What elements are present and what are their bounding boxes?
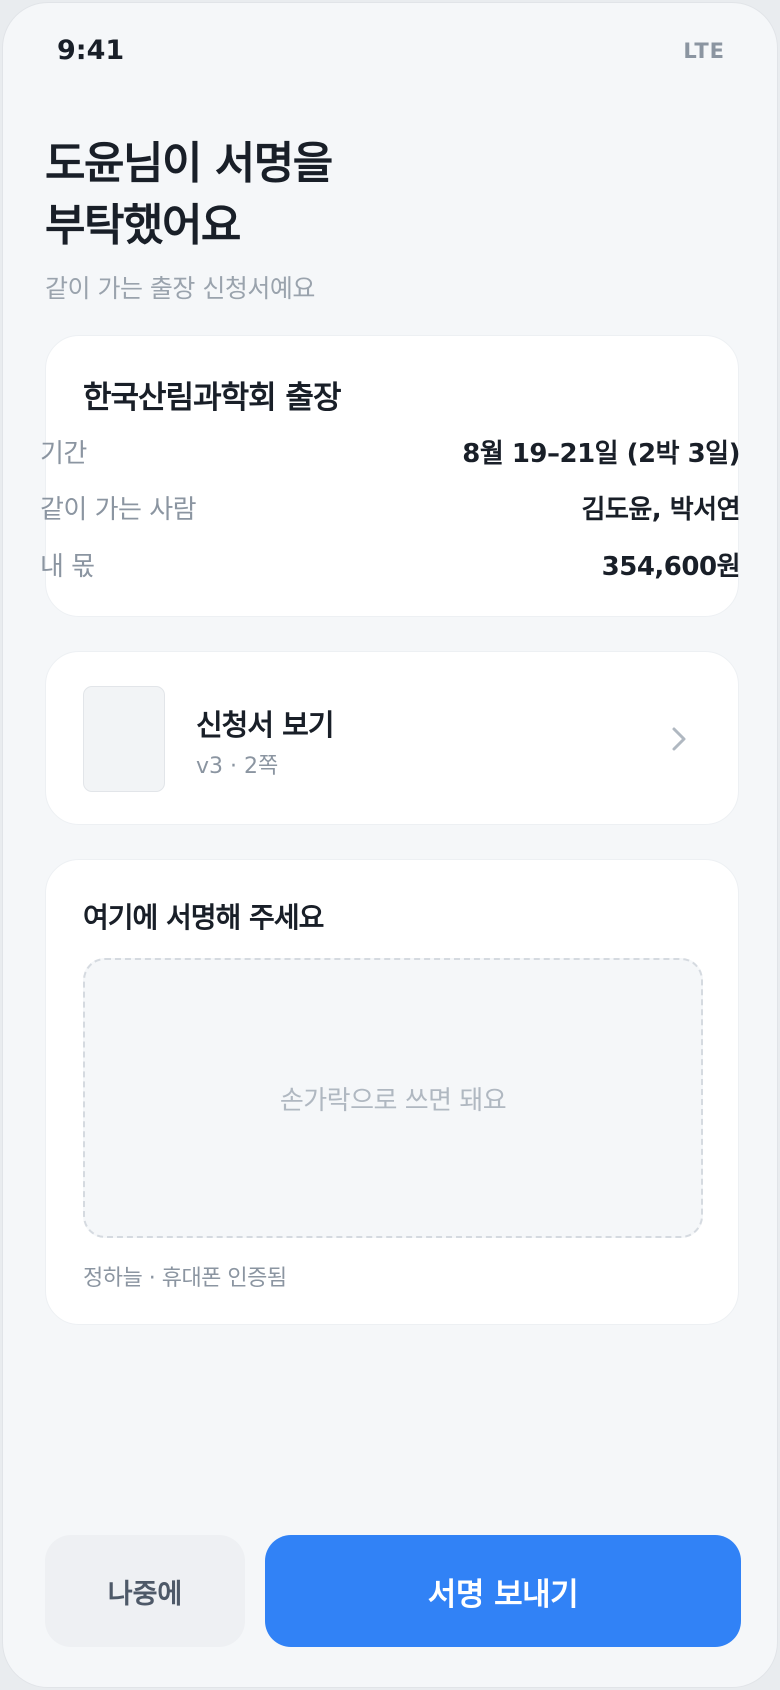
signature-title: 여기에 서명해 주세요 (83, 901, 324, 934)
send-signature-button[interactable]: 서명 보내기 (265, 1535, 741, 1647)
document-meta: v3 · 2쪽 (196, 754, 279, 779)
signer-verification-note: 정하늘 · 휴대폰 인증됨 (83, 1266, 287, 1291)
status-bar: 9:41 LTE (3, 3, 777, 103)
trip-row-label: 내 몫 (40, 551, 95, 582)
trip-title: 한국산림과학회 출장 (83, 380, 341, 416)
later-button[interactable]: 나중에 (45, 1535, 245, 1647)
page-title: 도윤님이 서명을 부탁했어요 (45, 133, 333, 257)
page-subtitle: 같이 가는 출장 신청서예요 (45, 274, 315, 303)
trip-row-value: 8월 19–21일 (2박 3일) (462, 438, 740, 469)
trip-row-period: 기간 8월 19–21일 (2박 3일) (40, 433, 740, 469)
signature-pad[interactable]: 손가락으로 쓰면 돼요 (83, 958, 703, 1238)
status-time: 9:41 (57, 35, 125, 66)
chevron-right-icon (672, 727, 686, 751)
trip-row-my-share: 내 몫 354,600원 (40, 546, 741, 582)
trip-row-companions: 같이 가는 사람 김도윤, 박서연 (40, 489, 741, 525)
network-indicator: LTE (683, 39, 725, 63)
phone-screen: 9:41 LTE 도윤님이 서명을 부탁했어요 같이 가는 출장 신청서예요 한… (2, 2, 778, 1688)
document-thumbnail (83, 686, 165, 792)
signature-card: 여기에 서명해 주세요 손가락으로 쓰면 돼요 정하늘 · 휴대폰 인증됨 (45, 859, 739, 1325)
trip-row-label: 기간 (40, 438, 87, 469)
view-document-card[interactable]: 신청서 보기 v3 · 2쪽 (45, 651, 739, 825)
page-title-line-1: 도윤님이 서명을 (45, 138, 333, 189)
document-title: 신청서 보기 (196, 708, 334, 742)
signature-placeholder: 손가락으로 쓰면 돼요 (279, 1085, 507, 1116)
trip-row-value: 354,600원 (601, 551, 741, 582)
page-title-line-2: 부탁했어요 (45, 200, 241, 251)
trip-row-value: 김도윤, 박서연 (581, 494, 741, 525)
trip-row-label: 같이 가는 사람 (40, 494, 197, 525)
